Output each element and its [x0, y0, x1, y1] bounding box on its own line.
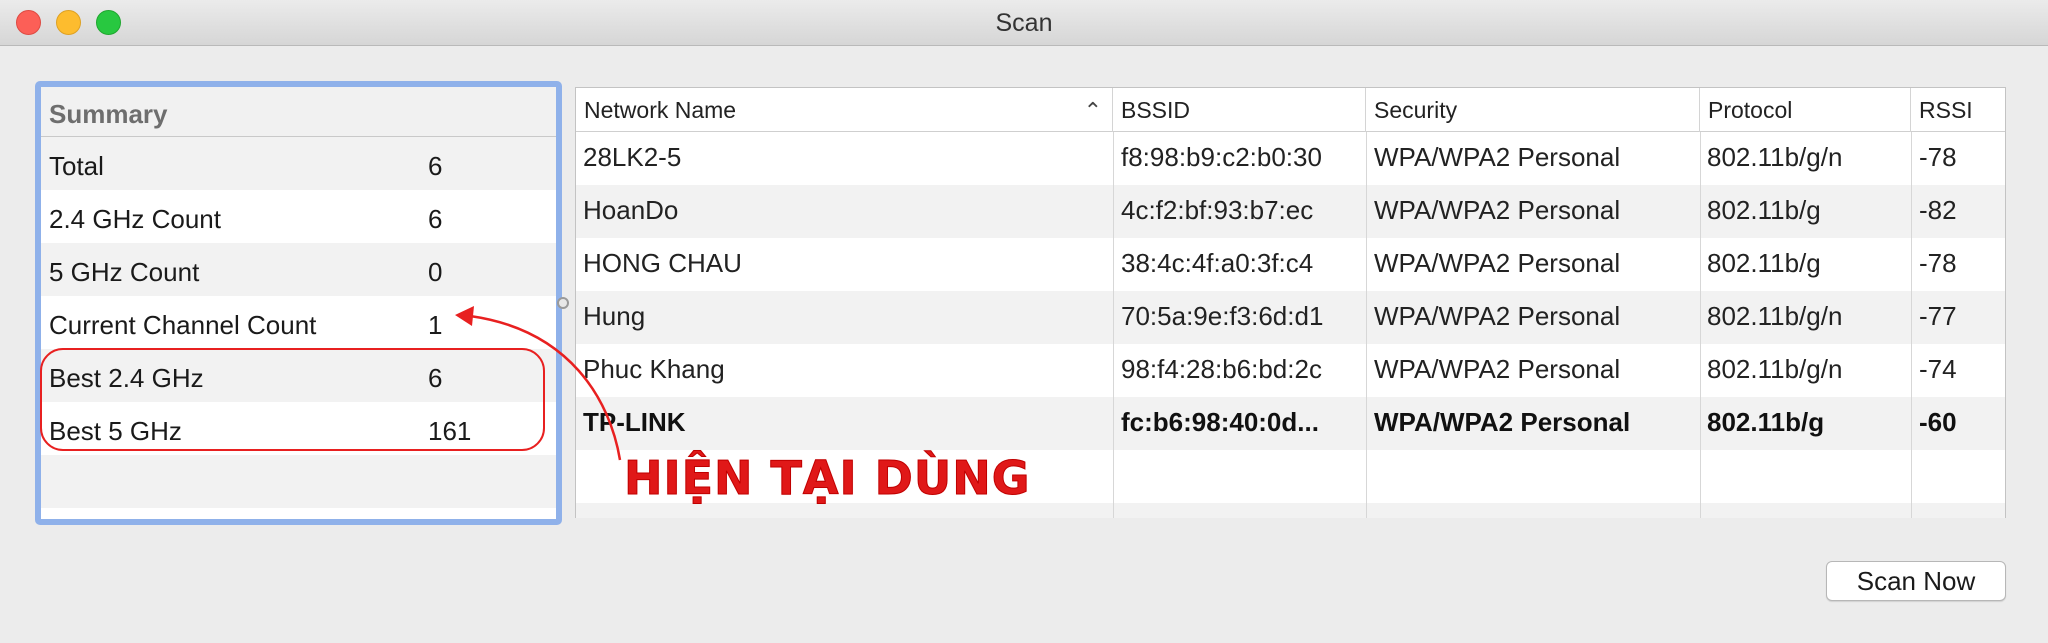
cell-network-name: HoanDo	[583, 195, 679, 225]
cell-protocol: 802.11b/g	[1707, 407, 1825, 437]
column-header-label: BSSID	[1121, 97, 1191, 123]
column-header-security[interactable]: Security	[1366, 88, 1700, 132]
cell-rssi: -78	[1919, 248, 1957, 278]
summary-value: 6	[428, 363, 443, 393]
cell-rssi: -78	[1919, 142, 1957, 172]
column-header-rssi[interactable]: RSSI	[1911, 88, 2005, 132]
column-header-label: RSSI	[1919, 97, 1973, 123]
column-divider	[1113, 132, 1114, 518]
summary-label: Best 5 GHz	[49, 416, 182, 446]
cell-security: WPA/WPA2 Personal	[1374, 142, 1621, 172]
summary-panel[interactable]: Summary Total 6 2.4 GHz Count 6 5 GHz Co…	[35, 81, 562, 525]
column-header-bssid[interactable]: BSSID	[1113, 88, 1366, 132]
title-bar: Scan	[0, 0, 2048, 46]
cell-security: WPA/WPA2 Personal	[1374, 195, 1621, 225]
cell-rssi: -77	[1919, 301, 1957, 331]
cell-network-name: Hung	[583, 301, 646, 331]
cell-protocol: 802.11b/g/n	[1707, 354, 1843, 384]
cell-bssid: 70:5a:9e:f3:6d:d1	[1121, 301, 1324, 331]
cell-network-name: HONG CHAU	[583, 248, 742, 278]
table-row[interactable]: HoanDo 4c:f2:bf:93:b7:ec WPA/WPA2 Person…	[576, 185, 2005, 238]
summary-value: 161	[428, 416, 472, 446]
window-title: Scan	[995, 9, 1053, 37]
summary-value: 1	[428, 310, 443, 340]
scan-now-button[interactable]: Scan Now	[1826, 561, 2006, 601]
summary-value: 6	[428, 204, 443, 234]
table-row-empty	[576, 503, 2005, 518]
cell-network-name: TP-LINK	[583, 407, 686, 437]
column-header-network-name[interactable]: Network Name ⌃	[576, 88, 1113, 132]
summary-label: 2.4 GHz Count	[49, 204, 221, 234]
cell-bssid: 98:f4:28:b6:bd:2c	[1121, 354, 1322, 384]
cell-security: WPA/WPA2 Personal	[1374, 301, 1621, 331]
cell-protocol: 802.11b/g	[1707, 195, 1821, 225]
summary-label: Total	[49, 151, 104, 181]
summary-row-best-24ghz[interactable]: Best 2.4 GHz 6	[41, 349, 556, 402]
summary-header: Summary	[41, 87, 556, 137]
cell-rssi: -74	[1919, 354, 1957, 384]
column-divider	[1911, 132, 1912, 518]
summary-label: Best 2.4 GHz	[49, 363, 204, 393]
cell-network-name: Phuc Khang	[583, 354, 725, 384]
table-row[interactable]: Hung 70:5a:9e:f3:6d:d1 WPA/WPA2 Personal…	[576, 291, 2005, 344]
cell-bssid: 38:4c:4f:a0:3f:c4	[1121, 248, 1314, 278]
scan-window: Scan Summary Total 6 2.4 GHz Count 6 5 G…	[0, 0, 2048, 643]
cell-bssid: 4c:f2:bf:93:b7:ec	[1121, 195, 1314, 225]
cell-security: WPA/WPA2 Personal	[1374, 248, 1621, 278]
column-header-label: Network Name	[584, 97, 737, 123]
cell-rssi: -82	[1919, 195, 1957, 225]
cell-bssid: f8:98:b9:c2:b0:30	[1121, 142, 1322, 172]
table-row[interactable]: Phuc Khang 98:f4:28:b6:bd:2c WPA/WPA2 Pe…	[576, 344, 2005, 397]
cell-security: WPA/WPA2 Personal	[1374, 354, 1621, 384]
table-row-current-network[interactable]: TP-LINK fc:b6:98:40:0d... WPA/WPA2 Perso…	[576, 397, 2005, 450]
split-view-divider-handle[interactable]	[557, 297, 569, 309]
sort-ascending-icon: ⌃	[1083, 98, 1102, 123]
column-header-protocol[interactable]: Protocol	[1700, 88, 1911, 132]
summary-value: 0	[428, 257, 443, 287]
summary-label: Current Channel Count	[49, 310, 317, 340]
table-row[interactable]: 28LK2-5 f8:98:b9:c2:b0:30 WPA/WPA2 Perso…	[576, 132, 2005, 185]
column-divider	[1366, 132, 1367, 518]
cell-network-name: 28LK2-5	[583, 142, 682, 172]
summary-value: 6	[428, 151, 443, 181]
summary-row-current-channel-count[interactable]: Current Channel Count 1	[41, 296, 556, 349]
cell-security: WPA/WPA2 Personal	[1374, 407, 1631, 437]
cell-protocol: 802.11b/g	[1707, 248, 1821, 278]
cell-rssi: -60	[1919, 407, 1957, 437]
summary-row-24ghz-count[interactable]: 2.4 GHz Count 6	[41, 190, 556, 243]
column-divider	[1700, 132, 1701, 518]
column-header-label: Security	[1374, 97, 1458, 123]
cell-bssid: fc:b6:98:40:0d...	[1121, 407, 1319, 437]
summary-row-total[interactable]: Total 6	[41, 137, 556, 190]
summary-row-best-5ghz[interactable]: Best 5 GHz 161	[41, 402, 556, 455]
networks-table-header: Network Name ⌃ BSSID Security Protocol R…	[576, 88, 2005, 132]
summary-row-empty	[41, 455, 556, 508]
column-header-label: Protocol	[1708, 97, 1793, 123]
cell-protocol: 802.11b/g/n	[1707, 142, 1843, 172]
summary-row-5ghz-count[interactable]: 5 GHz Count 0	[41, 243, 556, 296]
annotation-label: HIỆN TẠI DÙNG	[623, 451, 1031, 506]
cell-protocol: 802.11b/g/n	[1707, 301, 1843, 331]
summary-header-label: Summary	[49, 99, 168, 129]
summary-label: 5 GHz Count	[49, 257, 200, 287]
table-row[interactable]: HONG CHAU 38:4c:4f:a0:3f:c4 WPA/WPA2 Per…	[576, 238, 2005, 291]
